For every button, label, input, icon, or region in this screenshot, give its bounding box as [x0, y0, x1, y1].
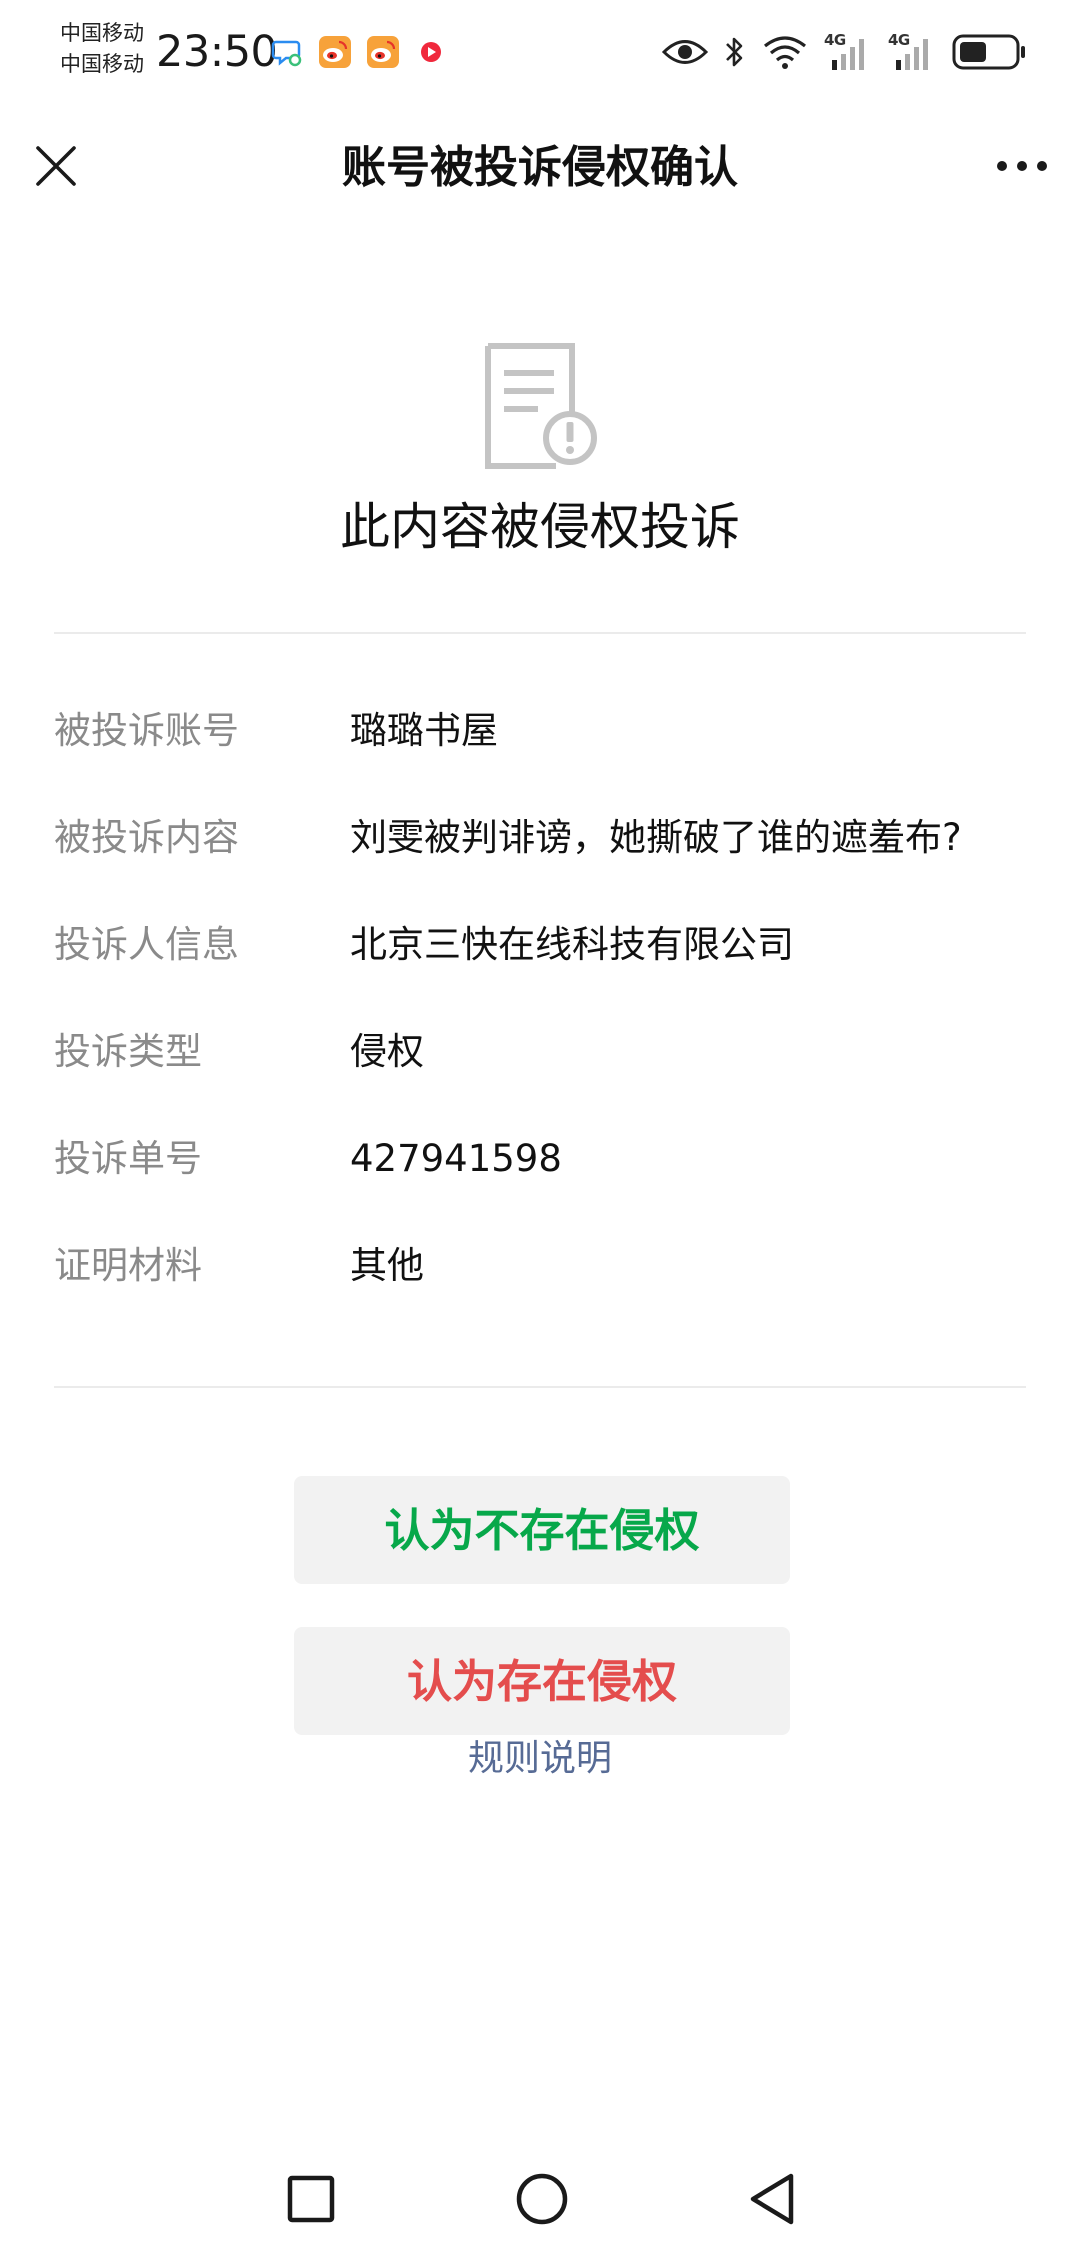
complaint-headline: 此内容被侵权投诉	[340, 498, 740, 556]
infringement-button[interactable]: 认为存在侵权	[294, 1627, 790, 1735]
detail-value: 刘雯被判诽谤，她撕破了谁的遮羞布?	[350, 816, 962, 859]
carrier-name: 中国移动	[60, 52, 144, 76]
detail-label: 投诉类型	[54, 1030, 202, 1073]
battery-icon	[952, 34, 1025, 70]
weibo-icon	[319, 36, 351, 68]
eye-icon	[662, 40, 708, 64]
detail-label: 投诉单号	[54, 1137, 202, 1180]
more-icon	[997, 161, 1047, 171]
detail-label: 证明材料	[54, 1244, 202, 1287]
carrier-info: 中国移动 中国移动	[60, 18, 144, 80]
wifi-icon	[764, 36, 806, 69]
signal-icon	[896, 39, 928, 70]
video-icon	[419, 40, 443, 64]
detail-label: 被投诉内容	[54, 816, 239, 859]
title-bar: 账号被投诉侵权确认	[0, 104, 1080, 232]
no-infringement-button[interactable]: 认为不存在侵权	[294, 1476, 790, 1584]
detail-label: 投诉人信息	[54, 923, 239, 966]
complaint-details: 被投诉账号 璐璐书屋 被投诉内容 刘雯被判诽谤，她撕破了谁的遮羞布? 投诉人信息…	[54, 706, 1026, 1348]
navigation-bar	[0, 2140, 1080, 2244]
recents-square-icon	[287, 2175, 335, 2223]
detail-row: 投诉人信息 北京三快在线科技有限公司	[54, 920, 1026, 1027]
detail-value: 璐璐书屋	[350, 709, 498, 752]
status-time: 23:50	[156, 27, 278, 77]
detail-row: 证明材料 其他	[54, 1241, 1026, 1348]
signal-icon	[832, 39, 864, 70]
detail-value: 侵权	[350, 1030, 424, 1073]
status-bar: 中国移动 中国移动 23:50 4G 4G	[0, 0, 1080, 104]
close-button[interactable]	[24, 134, 88, 198]
system-icons: 4G 4G	[662, 30, 1028, 74]
home-circle-icon	[516, 2173, 568, 2225]
detail-label: 被投诉账号	[54, 709, 239, 752]
detail-value: 北京三快在线科技有限公司	[350, 923, 794, 966]
document-warning-icon	[485, 343, 597, 469]
rules-link[interactable]: 规则说明	[0, 1734, 1080, 1784]
detail-value: 其他	[350, 1244, 424, 1287]
close-icon	[36, 146, 76, 186]
detail-row: 被投诉内容 刘雯被判诽谤，她撕破了谁的遮羞布?	[54, 813, 1026, 920]
weibo-icon	[367, 36, 399, 68]
chat-bubble-icon	[271, 40, 302, 67]
divider	[54, 632, 1026, 634]
back-button[interactable]	[738, 2164, 808, 2234]
bluetooth-icon	[726, 37, 743, 67]
more-options-button[interactable]	[982, 134, 1062, 198]
cellular-status: 4G	[824, 32, 872, 72]
carrier-name: 中国移动	[60, 21, 144, 45]
back-triangle-icon	[750, 2173, 794, 2225]
home-button[interactable]	[507, 2164, 577, 2234]
detail-row: 被投诉账号 璐璐书屋	[54, 706, 1026, 813]
cellular-status: 4G	[888, 32, 936, 72]
detail-row: 投诉单号 427941598	[54, 1134, 1026, 1241]
notification-icons	[270, 34, 448, 70]
divider	[54, 1386, 1026, 1388]
detail-value: 427941598	[350, 1137, 562, 1180]
recents-button[interactable]	[276, 2164, 346, 2234]
detail-row: 投诉类型 侵权	[54, 1027, 1026, 1134]
page-title: 账号被投诉侵权确认	[342, 142, 738, 193]
